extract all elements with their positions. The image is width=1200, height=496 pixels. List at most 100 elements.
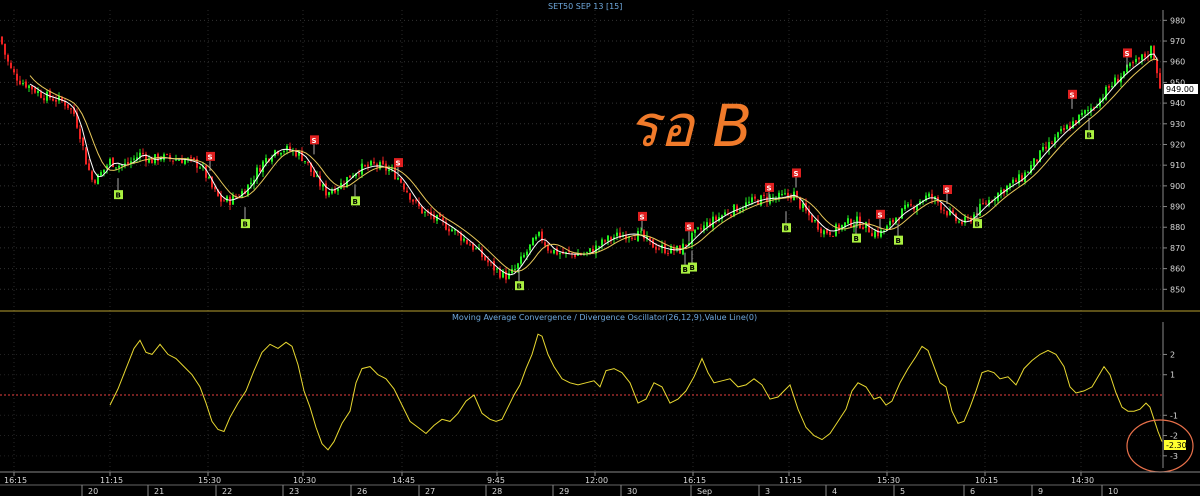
time-axis: 16:15 11:15 15:30 10:30 14:45 9:45 12:00 16:15 1… (4, 472, 1094, 485)
date-label: 26 (357, 487, 367, 496)
candle-body (1150, 45, 1152, 58)
candle-body (184, 159, 186, 164)
candle-body (523, 254, 525, 258)
candle-body (415, 200, 417, 202)
candle-body (487, 260, 489, 263)
candle-body (1051, 143, 1053, 145)
sell-signal-label: S (945, 187, 950, 195)
macd-title: Moving Average Convergence / Divergence … (452, 313, 757, 322)
candle-body (88, 163, 90, 170)
candle-body (1141, 54, 1143, 61)
candle-body (904, 205, 906, 210)
candle-body (337, 188, 339, 192)
sell-signal-label: S (396, 160, 401, 168)
candle-body (850, 219, 852, 227)
candle-body (364, 165, 366, 167)
candle-body (736, 205, 738, 213)
candle-body (178, 159, 180, 161)
candle-body (388, 169, 390, 172)
last-price-marker: 949.00 (1164, 84, 1198, 94)
candle-body (13, 69, 15, 73)
candle-body (91, 171, 93, 180)
date-label: 27 (425, 487, 435, 496)
candle-body (43, 98, 45, 101)
candle-body (832, 235, 834, 237)
candle-body (229, 196, 231, 205)
candle-body (730, 214, 732, 216)
date-label: Sep (697, 487, 712, 496)
candle-body (871, 233, 873, 237)
candle-body (496, 268, 498, 270)
macd-tick-label: -2 (1170, 432, 1178, 441)
candle-body (28, 85, 30, 89)
candle-body (127, 162, 129, 165)
date-label: 30 (627, 487, 637, 496)
buy-signal-label: B (517, 283, 522, 291)
last-macd-label: -2.30 (1166, 441, 1187, 450)
buy-signal-label: B (784, 225, 789, 233)
price-tick-label: 870 (1170, 244, 1185, 253)
candle-body (1144, 53, 1146, 58)
candle-body (796, 190, 798, 197)
moving-average-lines (29, 53, 1159, 276)
buy-signal-label: B (975, 221, 980, 229)
candle-body (118, 165, 120, 168)
candle-body (763, 194, 765, 196)
date-label: 23 (289, 487, 299, 496)
price-tick-label: 880 (1170, 223, 1185, 232)
candle-body (943, 209, 945, 211)
candle-body (370, 161, 372, 166)
candle-body (1084, 110, 1086, 114)
time-label: 10:30 (293, 476, 316, 485)
candle-body (538, 231, 540, 236)
candle-body (514, 268, 516, 271)
candle-body (322, 184, 324, 187)
candle-body (712, 216, 714, 228)
sell-signal-label: S (794, 170, 799, 178)
candle-body (1129, 63, 1131, 67)
annotation-text: รอ B (628, 92, 752, 160)
date-axis: 20 21 22 23 26 27 28 29 30 Sep 3 4 5 6 9 10 (81, 485, 1118, 496)
candle-body (829, 232, 831, 235)
candle-body (667, 252, 669, 254)
buy-signal-label: B (896, 237, 901, 245)
candle-body (1108, 86, 1110, 88)
candle-body (694, 229, 696, 233)
candle-body (4, 43, 6, 55)
candle-body (778, 192, 780, 199)
candle-body (610, 237, 612, 240)
candle-body (31, 85, 33, 90)
macd-series-line (109, 333, 1163, 451)
candle-body (55, 99, 57, 102)
macd-tick-label: 1 (1170, 371, 1175, 380)
candle-body (328, 192, 330, 196)
time-label: 11:15 (100, 476, 123, 485)
ma-fast-line (29, 53, 1159, 276)
candle-body (517, 263, 519, 269)
candle-body (700, 228, 702, 230)
sell-signal-label: S (312, 137, 317, 145)
candle-body (406, 190, 408, 193)
candle-body (133, 158, 135, 160)
candle-body (544, 242, 546, 246)
candle-body (280, 152, 282, 155)
candle-body (100, 172, 102, 176)
candle-body (586, 252, 588, 254)
candle-body (748, 201, 750, 204)
sell-signal-label: S (208, 153, 213, 161)
candle-body (619, 232, 621, 239)
candle-body (742, 208, 744, 210)
macd-tick-label: -1 (1170, 411, 1178, 420)
candle-body (493, 261, 495, 271)
last-price-label: 949.00 (1166, 85, 1194, 94)
candle-body (1138, 57, 1140, 60)
date-label: 9 (1038, 487, 1043, 496)
candle-body (331, 190, 333, 194)
candle-body (463, 238, 465, 241)
sell-signal-label: S (1070, 91, 1075, 99)
candle-body (505, 271, 507, 280)
candle-body (112, 157, 114, 167)
candle-body (469, 244, 471, 246)
candle-body (451, 229, 453, 232)
candle-body (532, 237, 534, 246)
